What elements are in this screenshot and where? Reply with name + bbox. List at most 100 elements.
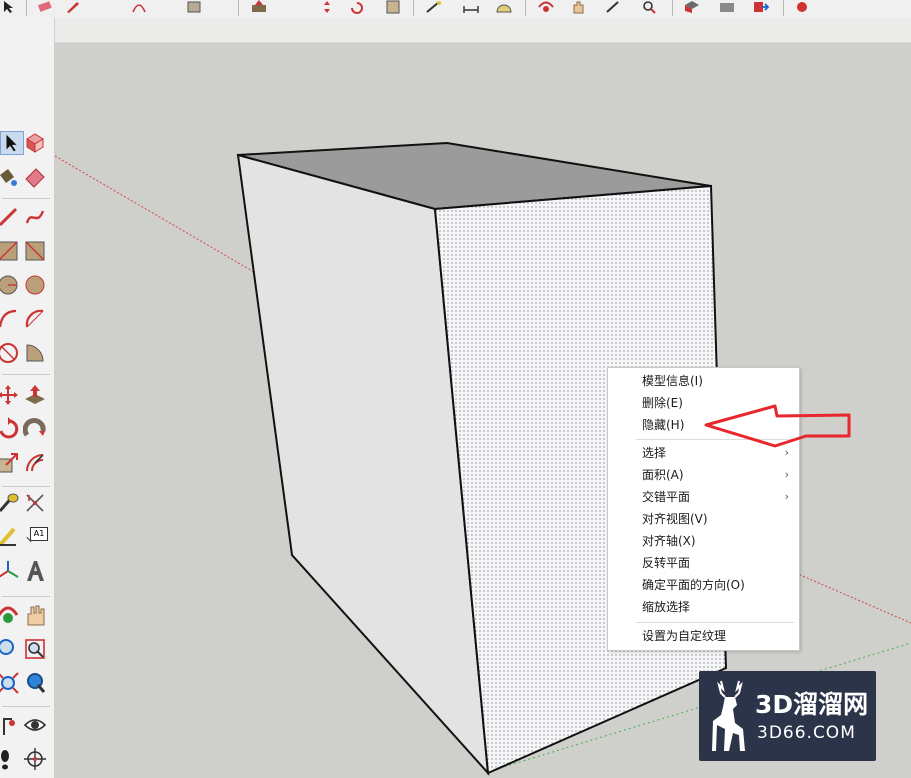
menu-item-label: 交错平面 xyxy=(642,490,691,504)
make-component-icon[interactable] xyxy=(23,131,47,155)
rotate-icon[interactable] xyxy=(348,0,366,14)
move-icon[interactable] xyxy=(318,0,336,14)
dimension-icon[interactable] xyxy=(462,0,480,14)
menu-item-label: 反转平面 xyxy=(642,556,691,570)
menu-item-label: 缩放选择 xyxy=(642,600,691,614)
menu-item-label: 模型信息(I) xyxy=(642,374,703,388)
push-pull-icon[interactable] xyxy=(250,0,268,14)
offset-tool-icon[interactable] xyxy=(23,451,47,475)
arc-icon[interactable] xyxy=(130,0,148,14)
left-toolbar: A1 xyxy=(0,18,55,778)
toolbar-separator xyxy=(2,198,50,199)
menu-item-label: 对齐视图(V) xyxy=(642,512,708,526)
toolbar-separator xyxy=(672,0,673,16)
look-around-tool-icon[interactable] xyxy=(23,713,47,737)
follow-me-tool-icon[interactable] xyxy=(23,417,47,441)
toolbar-separator xyxy=(2,374,50,375)
submenu-arrow-icon: › xyxy=(784,446,789,459)
two-point-arc-tool-icon[interactable] xyxy=(23,307,47,331)
pan-tool-icon[interactable] xyxy=(23,603,47,627)
watermark: 3D溜溜网 3D66.COM xyxy=(699,671,876,761)
menu-item-zoom-selection[interactable]: 缩放选择 xyxy=(608,596,799,618)
toolbar-separator xyxy=(238,0,239,16)
toolbar-separator xyxy=(2,596,50,597)
rotated-rectangle-tool-icon[interactable] xyxy=(23,239,47,263)
watermark-url: 3D66.COM xyxy=(757,723,856,743)
orbit-icon[interactable] xyxy=(537,0,555,14)
3d-text-tool-icon[interactable] xyxy=(23,559,47,583)
extension-icon[interactable] xyxy=(793,0,811,14)
protractor-tool-icon[interactable] xyxy=(0,525,20,549)
zoom-extents-tool-icon[interactable] xyxy=(0,671,20,695)
toolbar-separator xyxy=(525,0,526,16)
menu-item-select[interactable]: 选择 › xyxy=(608,442,799,464)
move-tool-icon[interactable] xyxy=(0,383,20,407)
zoom-tool-icon[interactable] xyxy=(0,637,20,661)
menu-item-align-view[interactable]: 对齐视图(V) xyxy=(608,508,799,530)
menu-item-hide[interactable]: 隐藏(H) xyxy=(608,414,799,436)
top-toolbar xyxy=(0,0,911,19)
rectangle-tool-icon[interactable] xyxy=(0,239,20,263)
menu-item-label: 设置为自定纹理 xyxy=(642,629,727,643)
walk-tool-icon[interactable] xyxy=(0,747,20,771)
dimension-tool-icon[interactable] xyxy=(23,491,47,515)
select-tool-icon[interactable] xyxy=(0,131,24,155)
menu-item-label: 隐藏(H) xyxy=(642,418,685,432)
pan-hand-icon[interactable] xyxy=(570,0,588,14)
orbit-tool-icon[interactable] xyxy=(0,603,20,627)
zoom-icon[interactable] xyxy=(604,0,622,14)
push-pull-tool-icon[interactable] xyxy=(23,383,47,407)
scale-icon[interactable] xyxy=(384,0,402,14)
section-plane-tool-icon[interactable] xyxy=(23,747,47,771)
menu-item-label: 选择 xyxy=(642,446,667,460)
text-tool-label: A1 xyxy=(30,527,48,541)
previous-view-tool-icon[interactable] xyxy=(23,671,47,695)
toolbar-separator xyxy=(783,0,784,16)
text-tool-icon[interactable]: A1 xyxy=(24,527,48,549)
axes-tool-icon[interactable] xyxy=(0,559,20,583)
submenu-arrow-icon: › xyxy=(784,468,789,481)
menu-item-area[interactable]: 面积(A) › xyxy=(608,464,799,486)
menu-item-delete[interactable]: 删除(E) xyxy=(608,392,799,414)
line-tool-icon[interactable] xyxy=(0,205,20,229)
freehand-tool-icon[interactable] xyxy=(23,205,47,229)
menu-item-model-info[interactable]: 模型信息(I) xyxy=(608,370,799,392)
pencil-icon[interactable] xyxy=(64,0,82,14)
context-menu: 模型信息(I) 删除(E) 隐藏(H) 选择 › 面积(A) › 交错平面 › 对齐视… xyxy=(607,367,800,651)
rotate-tool-icon[interactable] xyxy=(0,417,20,441)
menu-item-orient-faces[interactable]: 确定平面的方向(O) xyxy=(608,574,799,596)
tape-measure-tool-icon[interactable] xyxy=(0,491,20,515)
protractor-icon[interactable] xyxy=(495,0,513,14)
menu-item-label: 面积(A) xyxy=(642,468,684,482)
toolbar-separator xyxy=(2,486,50,487)
position-camera-tool-icon[interactable] xyxy=(0,713,20,737)
pie-tool-icon[interactable] xyxy=(23,341,47,365)
menu-item-intersect-faces[interactable]: 交错平面 › xyxy=(608,486,799,508)
menu-item-label: 删除(E) xyxy=(642,396,683,410)
export-icon[interactable] xyxy=(752,0,770,14)
toolbar-separator xyxy=(413,0,414,16)
menu-item-align-axes[interactable]: 对齐轴(X) xyxy=(608,530,799,552)
zoom-window-icon[interactable] xyxy=(640,0,658,14)
polygon-tool-icon[interactable] xyxy=(23,273,47,297)
menu-separator xyxy=(636,622,794,623)
watermark-title: 3D溜溜网 xyxy=(755,690,869,719)
menu-item-reverse-faces[interactable]: 反转平面 xyxy=(608,552,799,574)
paint-bucket-icon[interactable] xyxy=(0,165,20,189)
zoom-window-tool-icon[interactable] xyxy=(23,637,47,661)
menu-item-make-unique-texture[interactable]: 设置为自定纹理 xyxy=(608,625,799,647)
tape-measure-icon[interactable] xyxy=(425,0,443,14)
eraser-tool-icon[interactable] xyxy=(23,165,47,189)
select-arrow-icon[interactable] xyxy=(0,0,18,14)
materials-icon[interactable] xyxy=(718,0,736,14)
circle-tool-icon[interactable] xyxy=(0,273,20,297)
menu-item-label: 对齐轴(X) xyxy=(642,534,696,548)
eraser-icon[interactable] xyxy=(36,0,54,14)
scale-tool-icon[interactable] xyxy=(0,451,20,475)
toolbar-separator xyxy=(26,0,27,16)
component-icon[interactable] xyxy=(683,0,701,14)
arc-tool-icon[interactable] xyxy=(0,307,20,331)
rectangle-icon[interactable] xyxy=(185,0,203,14)
submenu-arrow-icon: › xyxy=(784,490,789,503)
three-point-arc-tool-icon[interactable] xyxy=(0,341,20,365)
